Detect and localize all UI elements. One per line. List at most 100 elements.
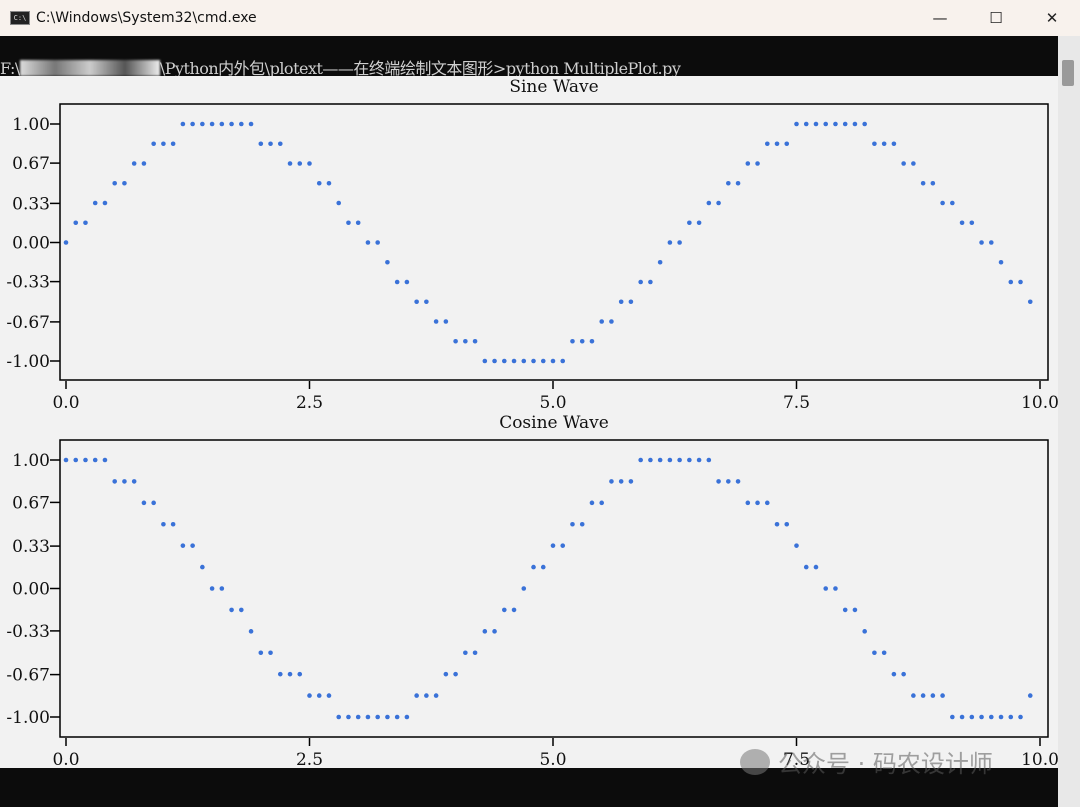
data-point bbox=[385, 259, 390, 265]
data-point bbox=[579, 338, 585, 344]
data-point bbox=[901, 671, 906, 677]
data-point bbox=[433, 319, 439, 324]
data-point bbox=[940, 200, 945, 206]
data-point bbox=[268, 141, 273, 147]
y-tick-label: -1.00 bbox=[6, 708, 50, 728]
data-point bbox=[716, 200, 721, 206]
data-point bbox=[248, 629, 254, 634]
data-point bbox=[570, 521, 575, 527]
x-tick-label: 0.0 bbox=[52, 393, 79, 413]
data-point bbox=[151, 141, 156, 147]
data-point bbox=[248, 121, 254, 127]
data-point bbox=[706, 457, 712, 463]
data-point bbox=[229, 607, 234, 613]
data-point bbox=[794, 543, 799, 548]
plot-frame bbox=[59, 439, 1049, 738]
data-point bbox=[482, 629, 488, 634]
data-point bbox=[141, 500, 147, 506]
data-point bbox=[229, 121, 234, 127]
x-tick-label: 0.0 bbox=[52, 750, 79, 768]
maximize-button[interactable]: ☐ bbox=[968, 0, 1024, 36]
data-point bbox=[511, 358, 517, 364]
data-point bbox=[521, 586, 527, 591]
data-point bbox=[735, 180, 741, 186]
data-point bbox=[609, 319, 614, 324]
data-point bbox=[667, 457, 673, 463]
data-point bbox=[648, 279, 653, 285]
data-point bbox=[579, 521, 585, 527]
data-point bbox=[872, 650, 877, 656]
data-point bbox=[1018, 714, 1023, 720]
data-point bbox=[803, 564, 809, 570]
data-point bbox=[628, 479, 634, 484]
data-point bbox=[443, 671, 449, 677]
data-point bbox=[131, 479, 137, 484]
data-point bbox=[998, 259, 1004, 265]
data-point bbox=[209, 586, 215, 591]
scrollbar-thumb[interactable] bbox=[1062, 60, 1074, 86]
y-tick-label: -0.33 bbox=[6, 622, 50, 642]
data-point bbox=[842, 121, 848, 127]
data-point bbox=[677, 457, 682, 463]
data-point bbox=[472, 650, 478, 656]
data-point bbox=[92, 200, 98, 206]
data-point bbox=[716, 479, 721, 484]
data-point bbox=[745, 500, 751, 506]
data-point bbox=[599, 319, 604, 324]
plot-area: Sine Wave 1.00 0.67 0.33 0.00 -0.33 -0.67 -1.00… bbox=[0, 76, 1058, 768]
data-point bbox=[833, 586, 838, 591]
chart-title: Sine Wave bbox=[509, 77, 598, 97]
data-point bbox=[901, 161, 906, 166]
data-point bbox=[891, 671, 897, 677]
scrollbar[interactable] bbox=[1058, 36, 1080, 807]
data-point bbox=[764, 141, 770, 147]
y-tick-label: 0.00 bbox=[12, 580, 50, 600]
data-point bbox=[83, 457, 88, 463]
data-point bbox=[170, 521, 176, 527]
data-point bbox=[482, 358, 488, 364]
data-point bbox=[872, 141, 877, 147]
data-point bbox=[73, 457, 79, 463]
x-tick-label: 10.0 bbox=[1021, 750, 1058, 768]
data-point bbox=[424, 693, 429, 698]
data-point bbox=[414, 299, 419, 305]
window-title: C:\Windows\System32\cmd.exe bbox=[36, 10, 257, 26]
data-point bbox=[774, 141, 780, 147]
data-point bbox=[239, 607, 244, 613]
data-point bbox=[813, 121, 819, 127]
y-tick-label: -0.33 bbox=[6, 273, 50, 293]
close-button[interactable]: ✕ bbox=[1024, 0, 1080, 36]
data-point bbox=[394, 279, 400, 285]
data-point bbox=[287, 161, 293, 166]
data-point bbox=[589, 338, 595, 344]
data-point bbox=[219, 586, 225, 591]
data-point bbox=[891, 141, 897, 147]
data-point bbox=[959, 714, 965, 720]
data-point bbox=[687, 457, 692, 463]
data-point bbox=[443, 319, 449, 324]
data-point bbox=[404, 279, 410, 285]
x-tick-label: 2.5 bbox=[296, 393, 323, 413]
data-point bbox=[920, 693, 926, 698]
data-point bbox=[881, 141, 887, 147]
y-tick-label: 0.67 bbox=[12, 154, 50, 174]
data-point bbox=[531, 564, 536, 570]
data-point bbox=[1008, 714, 1014, 720]
data-point bbox=[355, 714, 361, 720]
data-point bbox=[726, 479, 731, 484]
data-point bbox=[287, 671, 293, 677]
minimize-button[interactable]: — bbox=[912, 0, 968, 36]
data-point bbox=[102, 200, 108, 206]
data-point bbox=[92, 457, 98, 463]
data-point bbox=[959, 220, 965, 226]
data-point bbox=[784, 521, 790, 527]
data-point bbox=[1027, 693, 1033, 698]
data-point bbox=[170, 141, 176, 147]
data-point bbox=[424, 299, 429, 305]
data-point bbox=[677, 240, 682, 245]
data-point bbox=[433, 693, 439, 698]
data-point bbox=[638, 279, 643, 285]
watermark: 公众号 · 码农设计师 bbox=[740, 744, 993, 779]
data-point bbox=[219, 121, 225, 127]
data-point bbox=[151, 500, 156, 506]
